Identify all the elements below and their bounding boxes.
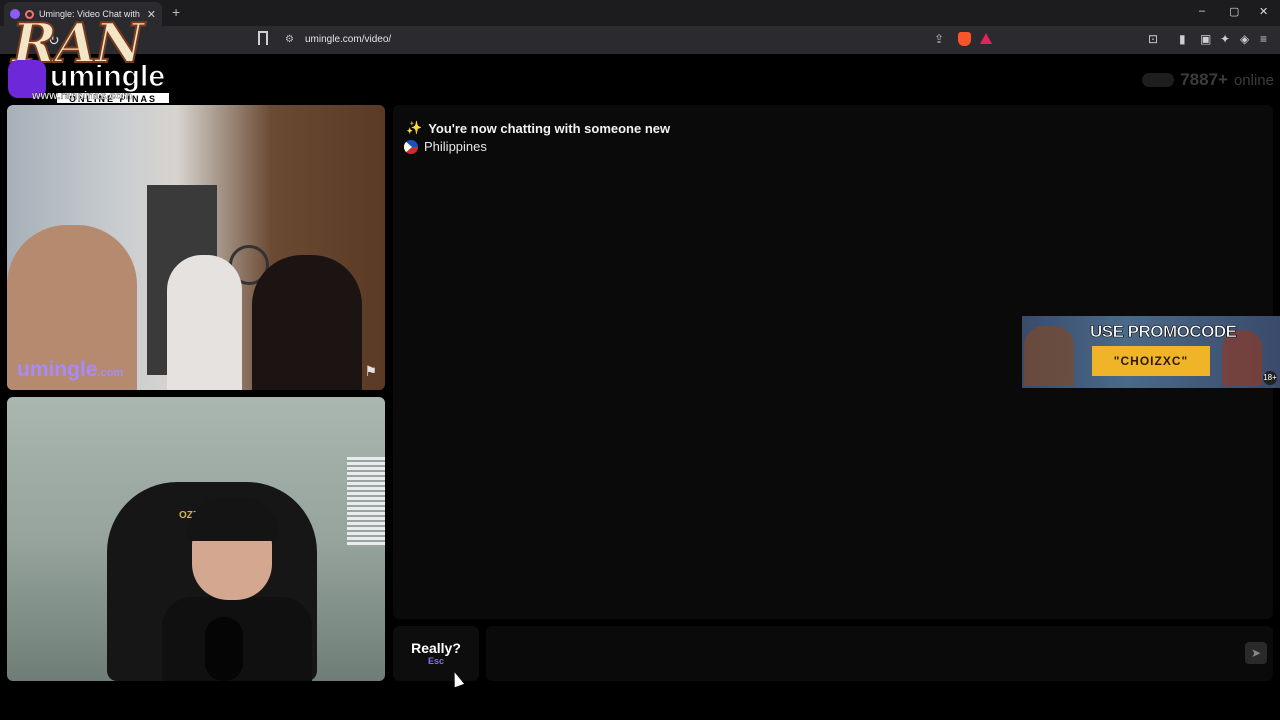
site-logo[interactable]: RAN umingle ONLINE PINAS www.ranpinas.co… xyxy=(6,15,174,104)
sidebar-icon[interactable]: ▮ xyxy=(1179,32,1186,46)
leo-ai-icon[interactable]: ✦ xyxy=(1220,32,1230,46)
share-icon[interactable]: ⇪ xyxy=(934,32,944,46)
video-watermark: umingle.com xyxy=(17,358,123,382)
bookmark-icon[interactable] xyxy=(258,31,268,45)
country-name: Philippines xyxy=(424,139,487,154)
minimize-button[interactable]: – xyxy=(1199,5,1205,17)
brave-rewards-icon[interactable] xyxy=(980,33,992,44)
site-info-icon[interactable]: ⚙ xyxy=(285,34,294,45)
screenshot-icon[interactable]: ⊡ xyxy=(1148,32,1158,46)
promo-ad-banner[interactable]: USE PROMOCODE "CHOIZXC" 18+ xyxy=(1022,316,1280,388)
maximize-button[interactable]: ▢ xyxy=(1229,5,1239,18)
skip-shortcut-key: Esc xyxy=(427,656,444,666)
skip-button-label: Really? xyxy=(411,640,461,656)
message-input[interactable]: ➤ xyxy=(486,626,1273,681)
wallet-icon[interactable]: ▣ xyxy=(1200,32,1211,46)
theme-toggle[interactable] xyxy=(1142,73,1175,87)
watermark-suffix: .com xyxy=(97,367,124,379)
online-count: 7887+ xyxy=(1180,70,1228,89)
online-counter: 7887+ online xyxy=(1142,70,1274,90)
brand-name: umingle xyxy=(49,60,166,93)
philippines-flag-icon xyxy=(404,139,418,154)
chat-status-text: You're now chatting with someone new xyxy=(428,120,671,136)
watermark-text: umingle xyxy=(17,358,98,381)
video-person xyxy=(252,255,362,390)
send-icon[interactable]: ➤ xyxy=(1245,642,1267,664)
ad-title: USE PROMOCODE xyxy=(1090,322,1238,342)
stranger-video: umingle.com ⚑ xyxy=(7,105,385,390)
report-flag-icon[interactable]: ⚑ xyxy=(364,363,377,380)
video-person xyxy=(167,255,242,390)
url-field[interactable]: umingle.com/video/ xyxy=(305,34,391,45)
close-window-button[interactable]: ✕ xyxy=(1259,5,1268,18)
country-message: Philippines xyxy=(404,139,487,154)
overlay-site: www.ranpinas.com xyxy=(32,90,132,102)
vpn-icon[interactable]: ◈ xyxy=(1240,32,1249,46)
browser-tab-bar: Umingle: Video Chat with St ✕ + – ▢ ✕ xyxy=(0,0,1280,26)
video-microphone xyxy=(205,617,243,681)
self-video: OZZ xyxy=(7,397,385,681)
system-message: ✨ You're now chatting with someone new xyxy=(406,120,670,136)
ad-character-left xyxy=(1024,326,1074,386)
online-label: online xyxy=(1233,71,1274,89)
skip-button[interactable]: Really? Esc xyxy=(393,626,479,681)
sparkle-icon: ✨ xyxy=(406,120,423,135)
ad-promo-code: "CHOIZXC" xyxy=(1092,346,1210,376)
ad-age-badge: 18+ xyxy=(1263,371,1277,385)
menu-icon[interactable]: ≡ xyxy=(1260,32,1267,46)
video-window-blind xyxy=(347,457,385,547)
address-bar: ↻ ⚙ umingle.com/video/ ⇪ ⊡ ▮ ▣ ✦ ◈ ≡ xyxy=(0,26,1280,54)
brave-shields-icon[interactable] xyxy=(958,32,971,46)
